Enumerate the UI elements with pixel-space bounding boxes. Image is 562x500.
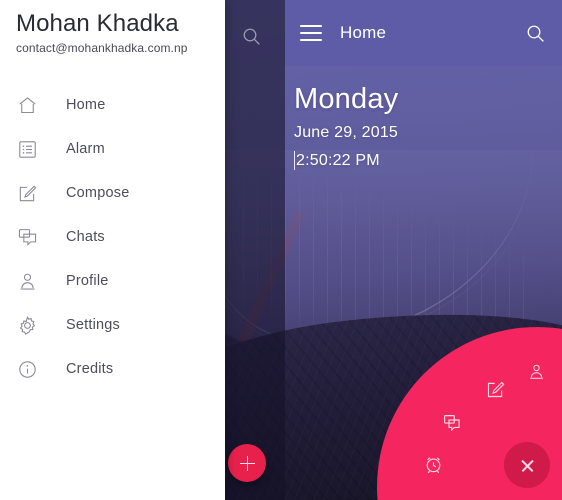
scrim-search-icon[interactable] xyxy=(241,26,262,47)
sidebar-item-chats[interactable]: Chats xyxy=(0,215,225,259)
sidebar-item-alarm[interactable]: Alarm xyxy=(0,127,225,171)
full-date: June 29, 2015 xyxy=(294,124,399,141)
time-row: 2:50:22 PM xyxy=(294,151,398,170)
fab-action-alarm[interactable] xyxy=(422,453,444,475)
plus-icon xyxy=(239,455,255,471)
close-icon xyxy=(520,458,535,473)
list-icon xyxy=(14,136,40,162)
fab-action-compose[interactable] xyxy=(484,378,506,400)
hamburger-icon[interactable] xyxy=(300,25,322,41)
day-of-week: Monday xyxy=(294,83,399,115)
app-root: Home Monday June 29, 2015 2:50:22 PM Moh… xyxy=(0,0,562,500)
sidebar-item-label: Chats xyxy=(66,229,105,245)
sidebar-item-label: Credits xyxy=(66,361,114,377)
sidebar-item-compose[interactable]: Compose xyxy=(0,171,225,215)
fab-action-chats[interactable] xyxy=(441,412,463,434)
navigation-drawer: Mohan Khadka contact@mohankhadka.com.np … xyxy=(0,0,225,500)
sidebar-item-label: Profile xyxy=(66,273,109,289)
home-icon xyxy=(14,92,40,118)
sidebar-item-label: Alarm xyxy=(66,141,105,157)
fab-action-profile[interactable] xyxy=(526,361,546,381)
current-time: 2:50:22 PM xyxy=(296,151,380,169)
sidebar-item-label: Home xyxy=(66,97,106,113)
gear-icon xyxy=(14,312,40,338)
info-icon xyxy=(14,356,40,382)
user-email: contact@mohankhadka.com.np xyxy=(16,41,188,55)
page-title: Home xyxy=(340,23,387,42)
text-caret xyxy=(294,151,295,170)
sidebar-item-label: Compose xyxy=(66,185,130,201)
user-name: Mohan Khadka xyxy=(16,10,179,37)
sidebar-item-settings[interactable]: Settings xyxy=(0,303,225,347)
search-icon[interactable] xyxy=(525,23,546,44)
person-icon xyxy=(14,268,40,294)
fab-close-button[interactable] xyxy=(504,442,550,488)
compose-icon xyxy=(14,180,40,206)
drawer-scrim[interactable] xyxy=(225,0,285,500)
sidebar-item-home[interactable]: Home xyxy=(0,83,225,127)
fab-add-button[interactable] xyxy=(228,444,266,482)
sidebar-item-credits[interactable]: Credits xyxy=(0,347,225,391)
app-bar: Home xyxy=(285,0,562,66)
drawer-header: Mohan Khadka contact@mohankhadka.com.np xyxy=(0,0,225,55)
chats-icon xyxy=(14,224,40,250)
sidebar-item-profile[interactable]: Profile xyxy=(0,259,225,303)
date-card: Monday June 29, 2015 2:50:22 PM xyxy=(294,85,398,170)
sidebar-item-label: Settings xyxy=(66,317,120,333)
drawer-nav-list: Home Alarm Compose Chats Profile Setting… xyxy=(0,83,225,391)
